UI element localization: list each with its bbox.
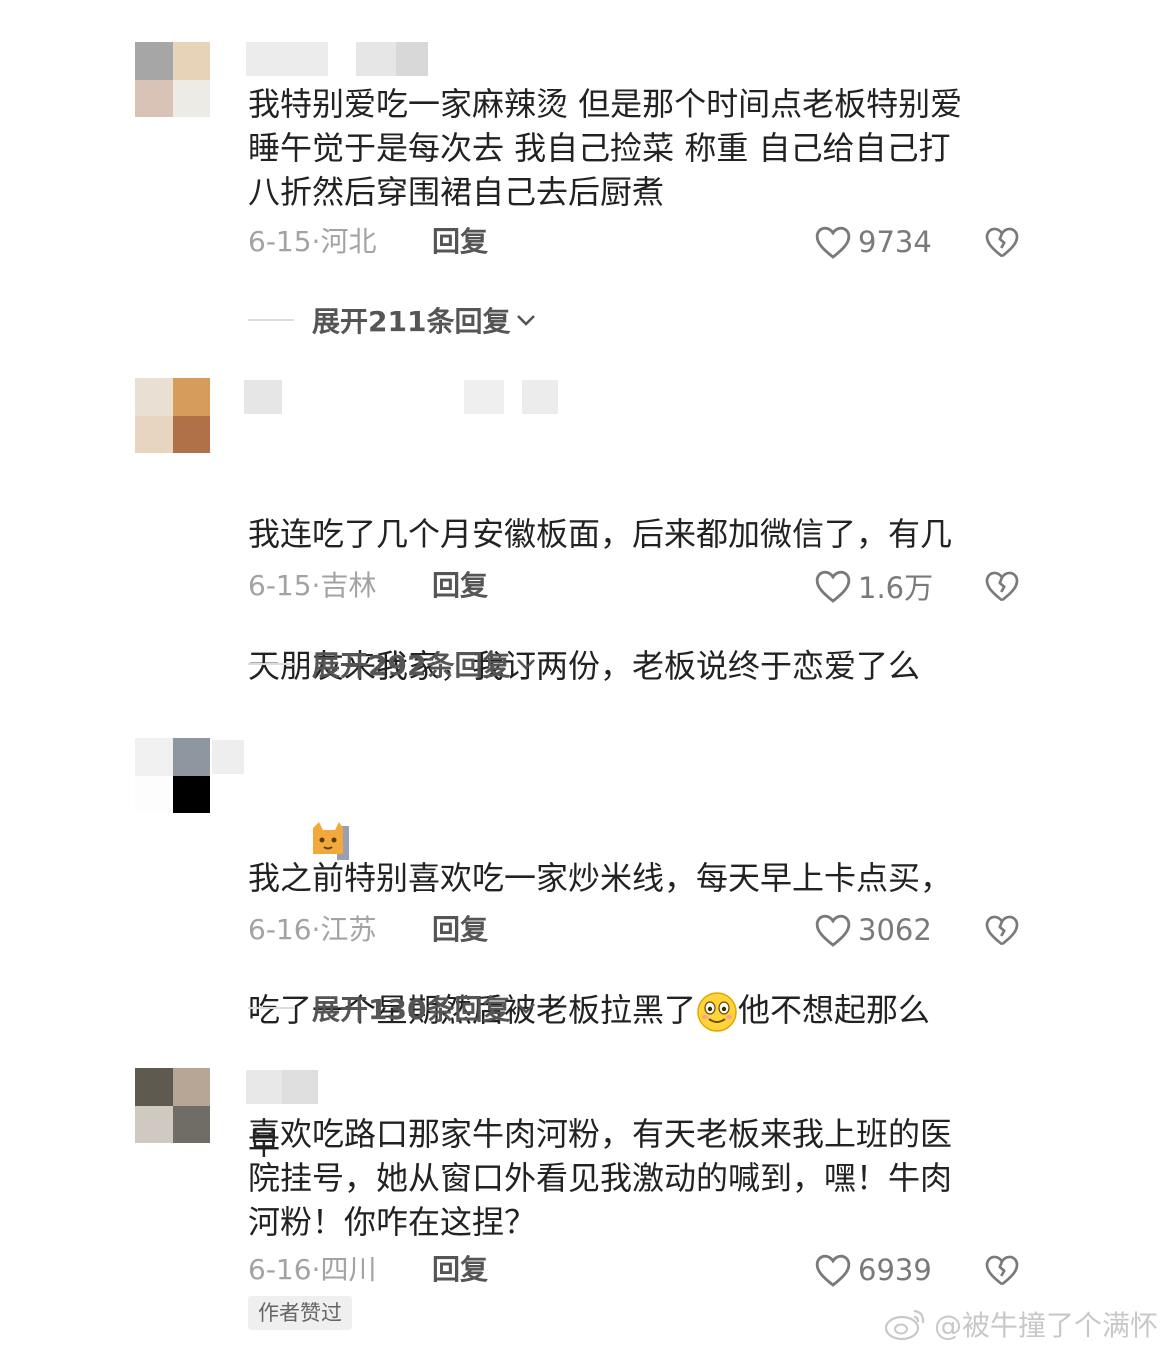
dislike-button[interactable] bbox=[984, 566, 1020, 606]
divider bbox=[248, 319, 294, 321]
comment-text: 我特别爱吃一家麻辣烫 但是那个时间点老板特别爱 睡午觉于是每次去 我自己捡菜 称… bbox=[248, 85, 963, 211]
like-button[interactable]: 3062 bbox=[814, 910, 932, 950]
expand-replies-label: 展开211条回复 bbox=[312, 305, 511, 338]
broken-heart-icon bbox=[985, 1255, 1019, 1286]
author-liked-badge: 作者赞过 bbox=[248, 1296, 352, 1330]
dislike-button[interactable] bbox=[984, 1250, 1020, 1290]
like-button[interactable]: 1.6万 bbox=[814, 566, 933, 606]
reply-button[interactable]: 回复 bbox=[432, 910, 488, 950]
broken-heart-icon bbox=[985, 571, 1019, 602]
username-blurred[interactable] bbox=[212, 740, 244, 774]
expand-replies-label: 展开292条回复 bbox=[312, 649, 511, 682]
smile-emoji bbox=[697, 992, 737, 1032]
dislike-button[interactable] bbox=[984, 222, 1020, 262]
username-blurred[interactable] bbox=[246, 42, 428, 76]
comment-location: 四川 bbox=[320, 1253, 377, 1286]
like-button[interactable]: 6939 bbox=[814, 1250, 932, 1290]
comment-text-span: 他不想起那么 bbox=[738, 991, 931, 1029]
broken-heart-icon bbox=[985, 915, 1019, 946]
divider bbox=[248, 1007, 294, 1009]
heart-icon bbox=[815, 570, 851, 603]
comment-meta: 6-16·四川 bbox=[248, 1253, 377, 1286]
heart-icon bbox=[815, 1254, 851, 1287]
avatar[interactable] bbox=[135, 378, 210, 453]
broken-heart-icon bbox=[985, 227, 1019, 258]
watermark: @被牛撞了个满怀 bbox=[884, 1304, 1158, 1344]
avatar[interactable] bbox=[135, 42, 210, 117]
chevron-down-icon bbox=[517, 315, 536, 326]
like-count: 3062 bbox=[858, 913, 932, 947]
comment-location: 江苏 bbox=[320, 913, 377, 946]
weibo-logo-icon bbox=[884, 1309, 925, 1341]
expand-replies-button[interactable]: 展开130条回复 bbox=[248, 988, 538, 1028]
comment-text-line: 我连吃了几个月安徽板面，后来都加微信了，有几 bbox=[248, 515, 953, 553]
username-blurred[interactable] bbox=[246, 1070, 318, 1104]
comment-text-line: 我之前特别喜欢吃一家炒米线，每天早上卡点买， bbox=[248, 859, 953, 897]
comment-date: 6-16 bbox=[248, 1253, 312, 1286]
reply-button[interactable]: 回复 bbox=[432, 566, 488, 606]
comment-meta: 6-15·吉林 bbox=[248, 569, 377, 602]
like-count: 9734 bbox=[858, 225, 932, 259]
expand-replies-button[interactable]: 展开211条回复 bbox=[248, 300, 538, 340]
reply-button[interactable]: 回复 bbox=[432, 1250, 488, 1290]
like-count: 6939 bbox=[858, 1253, 932, 1287]
chevron-down-icon bbox=[517, 1003, 536, 1014]
dislike-button[interactable] bbox=[984, 910, 1020, 950]
comment-location: 河北 bbox=[320, 225, 377, 258]
watermark-text: @被牛撞了个满怀 bbox=[933, 1309, 1158, 1342]
chevron-down-icon bbox=[517, 659, 536, 670]
like-count: 1.6万 bbox=[858, 571, 934, 605]
divider bbox=[248, 663, 294, 665]
comment-date: 6-15 bbox=[248, 569, 312, 602]
heart-icon bbox=[815, 226, 851, 259]
comment-location: 吉林 bbox=[320, 569, 377, 602]
heart-icon bbox=[815, 914, 851, 947]
avatar[interactable] bbox=[135, 738, 210, 813]
comment-text: 喜欢吃路口那家牛肉河粉，有天老板来我上班的医 院挂号，她从窗口外看见我激动的喊到… bbox=[248, 1115, 953, 1241]
reply-button[interactable]: 回复 bbox=[432, 222, 488, 262]
expand-replies-label: 展开130条回复 bbox=[312, 993, 511, 1026]
comment-date: 6-16 bbox=[248, 913, 312, 946]
expand-replies-button[interactable]: 展开292条回复 bbox=[248, 644, 538, 684]
avatar[interactable] bbox=[135, 1068, 210, 1143]
comment-meta: 6-15·河北 bbox=[248, 225, 377, 258]
comment-date: 6-15 bbox=[248, 225, 312, 258]
username-blurred[interactable] bbox=[244, 380, 558, 414]
like-button[interactable]: 9734 bbox=[814, 222, 932, 262]
comment-meta: 6-16·江苏 bbox=[248, 913, 377, 946]
